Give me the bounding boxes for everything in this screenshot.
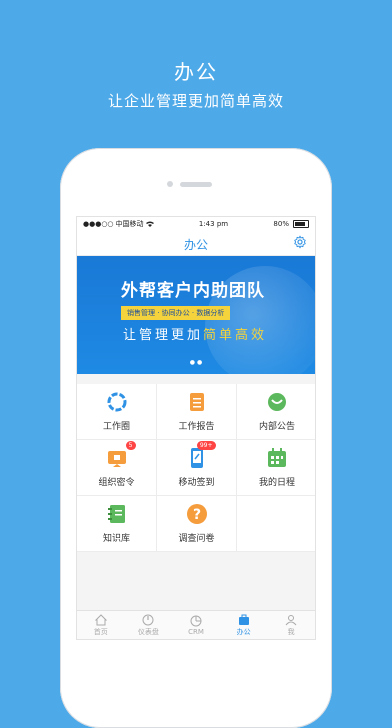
banner-title: 外帮客户内助团队: [121, 281, 265, 301]
grid-item-label: 调查问卷: [178, 534, 215, 544]
grid-item-label: 内部公告: [258, 422, 295, 432]
app-screen: ●●●○○ 中国移动 1:43 pm 80% 办公 外帮客户内助团队 销售管理 …: [76, 216, 316, 640]
grid-item-mobile-checkin[interactable]: 99+ 移动签到: [157, 440, 237, 496]
svg-text:?: ?: [192, 507, 200, 523]
grid-item-announcement[interactable]: 内部公告: [237, 384, 315, 440]
mobile-checkin-icon-wrap: 99+: [186, 441, 216, 469]
promo-subline: 让企业管理更加简单高效: [107, 92, 284, 110]
grid-item-label: 组织密令: [98, 478, 135, 488]
promo-headline: 办公: [174, 60, 218, 84]
crm-icon: [190, 615, 202, 626]
grid-item-my-schedule[interactable]: 我的日程: [237, 440, 315, 496]
tab-home[interactable]: 首页: [77, 611, 125, 639]
status-time: 1:43 pm: [198, 220, 229, 228]
wifi-icon: [145, 221, 154, 227]
battery-icon: [292, 220, 309, 228]
tab-office[interactable]: 办公: [220, 611, 268, 639]
grid-item-label: 知识库: [102, 534, 130, 544]
grid-item-work-circle[interactable]: 工作圈: [77, 384, 157, 440]
grid-item-empty: [237, 496, 315, 552]
banner-tagline: 销售管理 · 协同办公 · 数据分析: [121, 306, 231, 320]
grid-item-label: 我的日程: [258, 478, 295, 488]
banner-subtitle: 让管理更加简单高效: [123, 324, 267, 343]
grid-item-survey[interactable]: ? 调查问卷: [157, 496, 237, 552]
carrier-name: 中国移动: [115, 220, 144, 228]
promo-banner[interactable]: 外帮客户内助团队 销售管理 · 协同办公 · 数据分析 让管理更加简单高效 ● …: [77, 256, 315, 374]
dashboard-icon: [142, 614, 154, 625]
tab-me[interactable]: 我: [267, 611, 315, 639]
work-circle-icon: [107, 392, 126, 412]
grid-item-label: 移动签到: [178, 478, 215, 488]
nav-bar: 办公: [77, 231, 315, 256]
secret-order-icon: [107, 451, 126, 467]
page-indicator[interactable]: ● ●: [77, 359, 315, 366]
notification-badge: 5: [125, 441, 136, 450]
signal-indicator: ●●●○○: [83, 220, 114, 228]
home-icon: [94, 613, 107, 625]
grid-item-secret-order[interactable]: 5 组织密令: [77, 440, 157, 496]
tab-dashboard[interactable]: 仪表盘: [125, 611, 173, 639]
banner-subtitle-highlight: 简单高效: [203, 328, 268, 343]
gear-icon[interactable]: [293, 235, 307, 249]
tab-label: 仪表盘: [137, 627, 159, 636]
function-grid: 工作圈 工作报告 内部公告 5 组织密令 99+ 移动签到 我的日程 知识库 ?…: [77, 384, 315, 552]
grid-item-label: 工作报告: [178, 422, 215, 432]
tab-label: 首页: [93, 627, 108, 636]
tab-bar: 首页 仪表盘 CRM 办公 我: [77, 610, 315, 639]
tab-label: 我: [287, 627, 295, 636]
grid-item-label: 工作圈: [102, 422, 130, 432]
user-icon: [285, 614, 297, 625]
battery-percent: 80%: [273, 220, 289, 228]
grid-item-knowledge-base[interactable]: 知识库: [77, 496, 157, 552]
phone-speaker: [180, 182, 212, 187]
status-bar: ●●●○○ 中国移动 1:43 pm 80%: [77, 217, 315, 231]
survey-icon: ?: [186, 504, 207, 524]
page-title: 办公: [183, 238, 208, 252]
tab-label: 办公: [236, 627, 251, 636]
report-icon: [189, 393, 204, 411]
grid-item-work-report[interactable]: 工作报告: [157, 384, 237, 440]
banner-subtitle-prefix: 让管理更加: [123, 328, 204, 343]
secret-order-icon-wrap: 5: [106, 441, 136, 469]
phone-camera: [167, 181, 173, 187]
knowledge-base-icon: [107, 505, 125, 523]
calendar-icon: [268, 448, 286, 467]
briefcase-icon: [238, 614, 249, 625]
tab-crm[interactable]: CRM: [172, 611, 220, 639]
tab-label: CRM: [188, 627, 204, 636]
mobile-checkin-icon: [190, 448, 203, 468]
announcement-icon: [268, 393, 286, 411]
notification-badge: 99+: [196, 441, 216, 450]
